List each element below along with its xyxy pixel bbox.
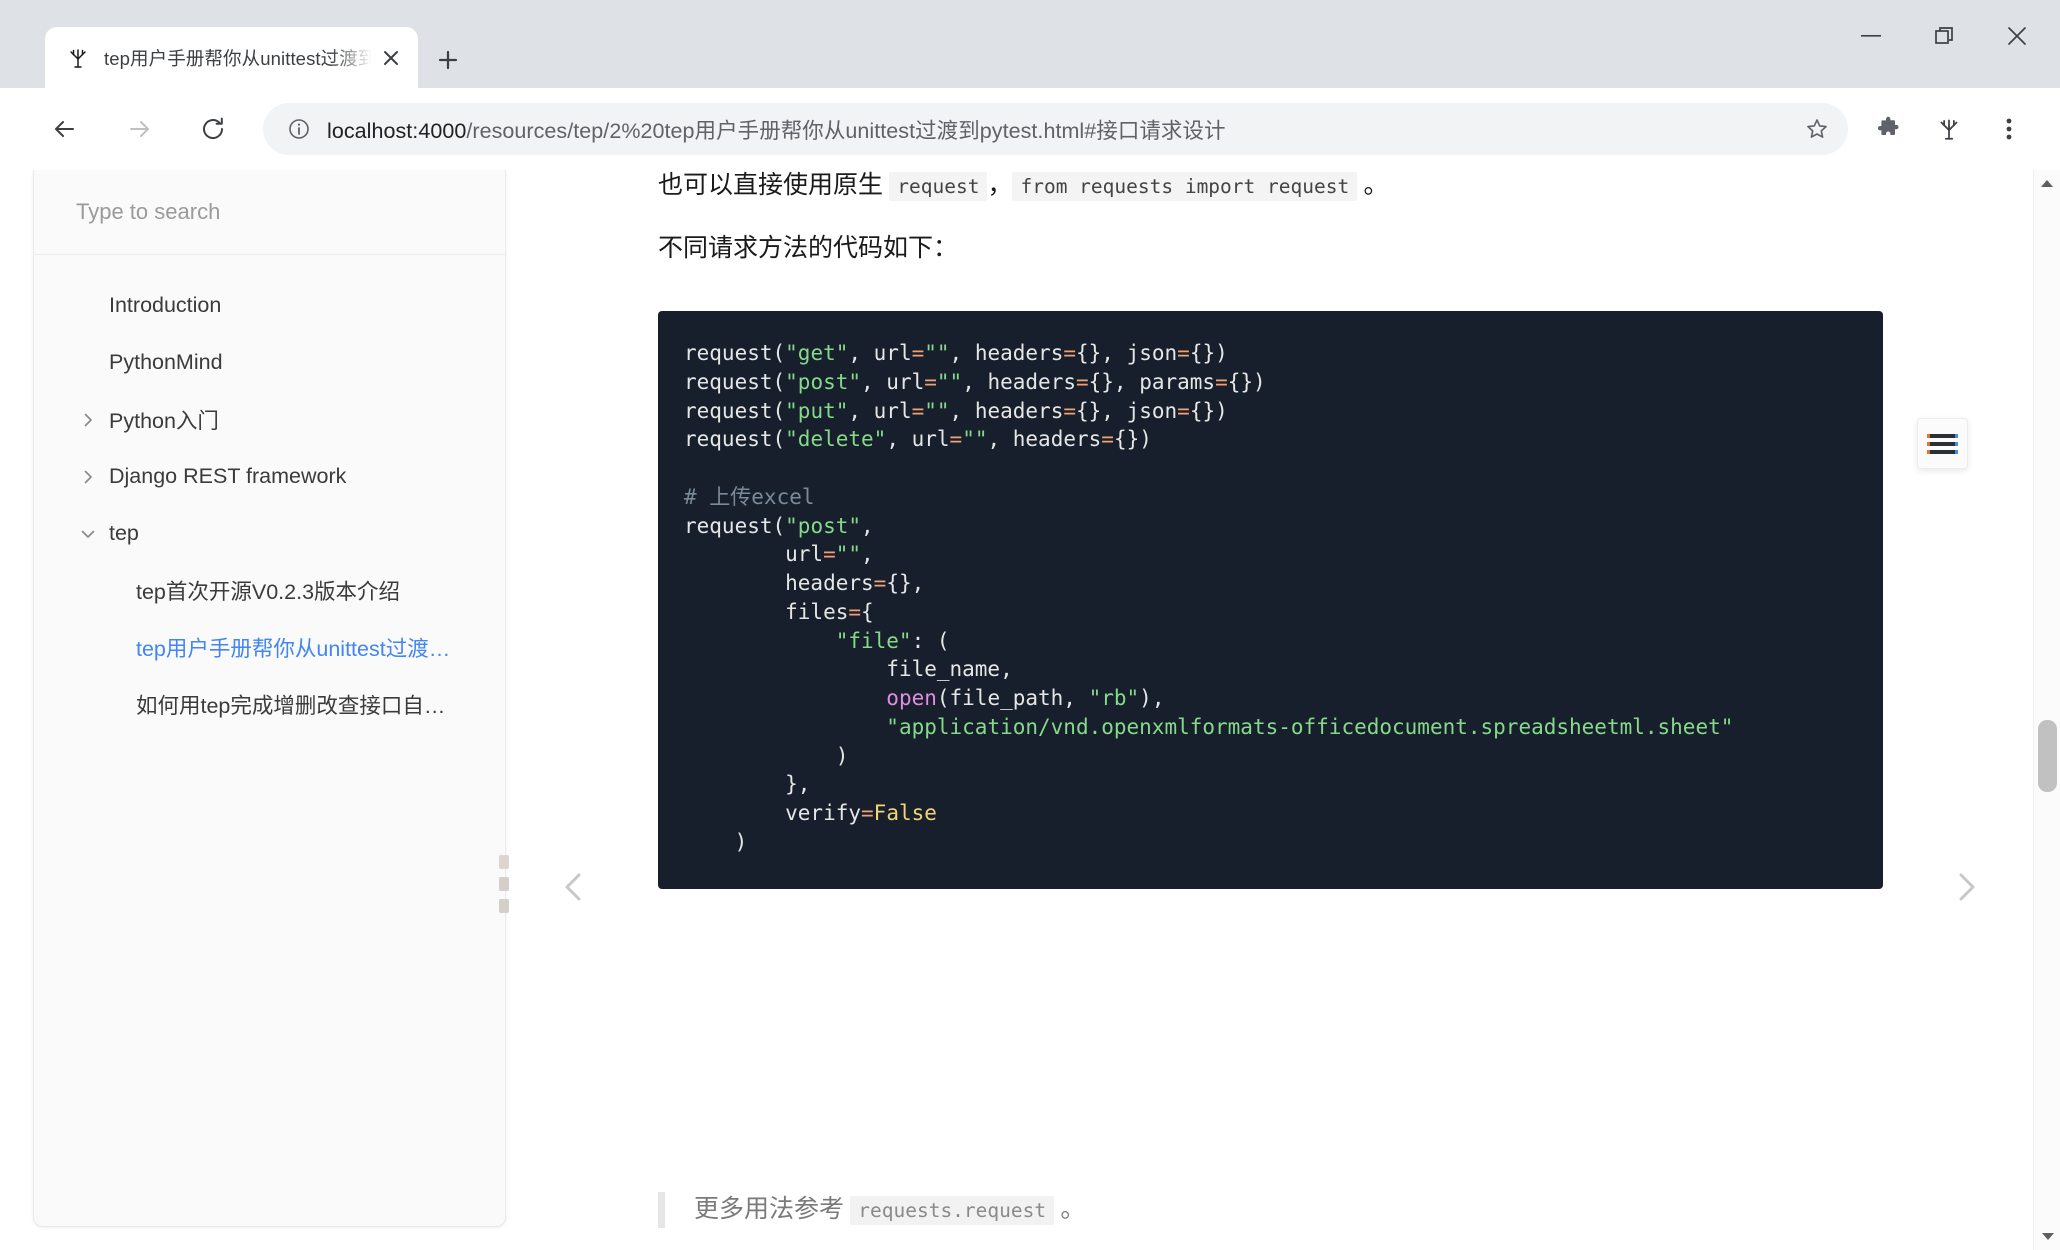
code-line: }, [684,772,810,796]
sidebar-item-label: 如何用tep完成增删改查接口自动化 [76,689,456,720]
page-viewport: Introduction PythonMind Python入门 Django … [0,170,2060,1250]
code-line: files={ [684,600,874,624]
new-tab-button[interactable] [428,40,468,80]
scroll-down-arrow-icon[interactable] [2034,1223,2060,1250]
url-path: /resources/tep/2%20tep用户手册帮你从unittest过渡到… [466,119,1225,143]
blockquote-text: 更多用法参考 [694,1196,850,1223]
coral-tree-icon[interactable] [1926,106,1972,152]
code-line: request("get", url="", headers={}, json=… [684,341,1228,365]
window-maximize-button[interactable] [1913,13,1975,58]
scroll-up-arrow-icon[interactable] [2034,170,2060,197]
code-line: headers={}, [684,571,924,595]
code-line: request("post", url="", headers={}, para… [684,370,1266,394]
coral-tree-icon [65,45,91,71]
search-input[interactable] [74,198,465,226]
chevron-right-icon[interactable] [1938,860,1992,914]
sidebar-item-label: Introduction [76,293,221,318]
code-line: "application/vnd.openxmlformats-officedo… [684,715,1733,739]
blockquote-text: 。 [1054,1196,1085,1223]
star-icon[interactable] [1794,106,1840,152]
sidebar-item-introduction[interactable]: Introduction [34,277,505,334]
window-minimize-button[interactable] [1840,13,1902,58]
back-arrow-icon[interactable] [42,106,88,152]
docs-sidebar: Introduction PythonMind Python入门 Django … [33,170,506,1227]
chevron-right-icon [78,410,98,430]
code-line: url="", [684,542,874,566]
code-line: open(file_path, "rb"), [684,686,1164,710]
sidebar-item-python-intro[interactable]: Python入门 [34,391,505,448]
sidebar-item-tep-crud-automation[interactable]: 如何用tep完成增删改查接口自动化 [34,676,505,733]
sidebar-item-label: Django REST framework [76,464,346,489]
tab-close-icon[interactable] [372,39,410,77]
paragraph-text: 也可以直接使用原生 [658,172,889,199]
sidebar-item-tep-user-manual[interactable]: tep用户手册帮你从unittest过渡到p… [34,619,505,676]
reload-icon[interactable] [190,106,236,152]
tab-strip: tep用户手册帮你从unittest过渡到pytest [0,0,2060,88]
sidebar-search-container [34,170,505,255]
sidebar-item-label: tep首次开源V0.2.3版本介绍 [76,575,400,606]
paragraph-text: ， [987,172,1012,199]
code-line: ) [684,744,848,768]
sidebar-item-pythonmind[interactable]: PythonMind [34,334,505,391]
hamburger-bars [1930,430,1955,458]
address-bar[interactable]: localhost:4000/resources/tep/2%20tep用户手册… [263,103,1848,155]
window-close-button[interactable] [1986,13,2048,58]
code-block-content: request("get", url="", headers={}, json=… [658,339,1883,857]
code-line: verify=False [684,801,937,825]
scrollbar-thumb[interactable] [2038,720,2057,792]
blockquote-more-usage: 更多用法参考 requests.request 。 [658,1192,1085,1228]
code-block-python: request("get", url="", headers={}, json=… [658,311,1883,889]
browser-toolbar: localhost:4000/resources/tep/2%20tep用户手册… [0,88,2060,170]
forward-arrow-icon[interactable] [116,106,162,152]
code-line: # 上传excel [684,485,815,509]
sidebar-item-tep-opensource-v023[interactable]: tep首次开源V0.2.3版本介绍 [34,562,505,619]
code-line: request("put", url="", headers={}, json=… [684,399,1228,423]
sidebar-nav-list: Introduction PythonMind Python入门 Django … [34,255,505,733]
code-line: request("post", [684,514,874,538]
hamburger-menu-icon[interactable] [1917,418,1968,469]
sidebar-item-django-rest-framework[interactable]: Django REST framework [34,448,505,505]
tab-title: tep用户手册帮你从unittest过渡到pytest [104,45,372,71]
chevron-left-icon[interactable] [548,860,602,914]
inline-code-requests-request: requests.request [850,1196,1054,1225]
chevron-right-icon [78,467,98,487]
inline-code-import: from requests import request [1012,172,1357,201]
browser-window: tep用户手册帮你从unittest过渡到pytest [0,0,2060,1250]
code-line: "file": ( [684,629,950,653]
paragraph-text: 。 [1357,172,1388,199]
sidebar-item-tep[interactable]: tep [34,505,505,562]
extensions-puzzle-icon[interactable] [1866,106,1912,152]
paragraph-native-request: 也可以直接使用原生 request，from requests import r… [506,170,1448,208]
sidebar-item-label: PythonMind [76,350,223,375]
browser-tab[interactable]: tep用户手册帮你从unittest过渡到pytest [45,27,418,88]
docs-content: 也可以直接使用原生 request，from requests import r… [506,170,2033,1250]
url-host: localhost:4000 [327,119,466,143]
address-bar-url: localhost:4000/resources/tep/2%20tep用户手册… [327,114,1794,145]
info-circle-icon[interactable] [285,118,313,140]
paragraph-methods-intro: 不同请求方法的代码如下： [506,227,1018,271]
three-dot-menu-icon[interactable] [1986,106,2032,152]
code-line: file_name, [684,657,1013,681]
inline-code-request: request [889,172,987,201]
sidebar-item-label: tep用户手册帮你从unittest过渡到p… [76,632,456,663]
code-line: ) [684,830,747,854]
code-line: request("delete", url="", headers={}) [684,427,1152,451]
chevron-down-icon [78,524,98,544]
page-scrollbar[interactable] [2033,170,2060,1250]
